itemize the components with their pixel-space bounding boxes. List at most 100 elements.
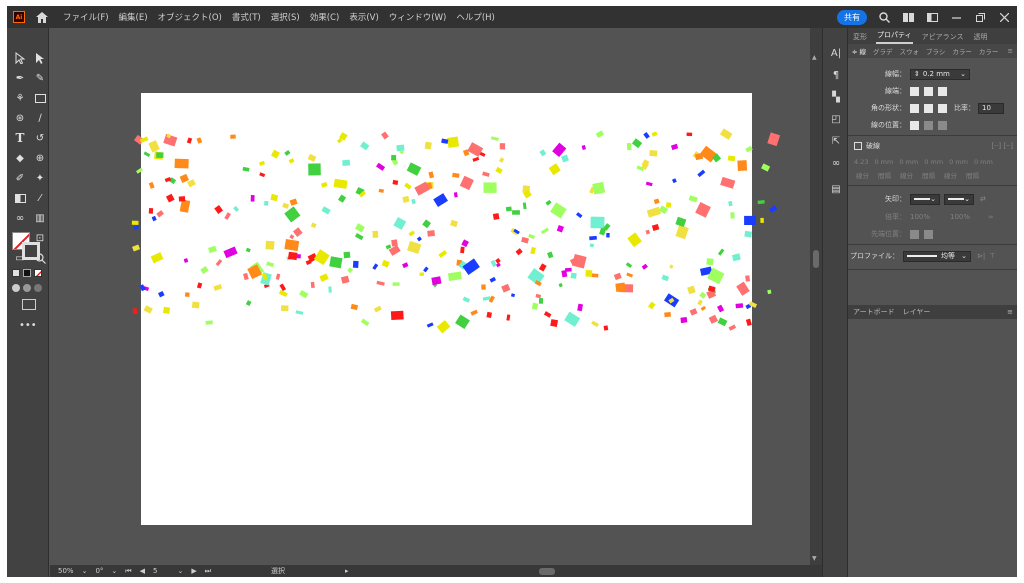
end-scale-value[interactable]: 100% bbox=[950, 213, 986, 221]
scroll-down-icon[interactable]: ▼ bbox=[812, 555, 817, 562]
tab-appearance[interactable]: アピアランス bbox=[921, 30, 965, 44]
start-scale-value[interactable]: 100% bbox=[910, 213, 946, 221]
menu-file[interactable]: ファイル(F) bbox=[63, 11, 109, 23]
blob-brush-tool-icon[interactable]: ⚘ bbox=[12, 90, 28, 106]
miter-join-icon[interactable] bbox=[910, 103, 919, 113]
align-inside-icon[interactable] bbox=[924, 120, 933, 130]
character-panel-icon[interactable]: A| bbox=[823, 42, 849, 64]
zoom-dropdown-icon[interactable]: ⌄ bbox=[82, 567, 88, 575]
close-icon[interactable] bbox=[997, 10, 1011, 24]
tab-layers[interactable]: レイヤー bbox=[903, 307, 931, 317]
flip-across-icon[interactable]: ⊤ bbox=[989, 252, 995, 260]
ratio-field[interactable]: 10 bbox=[978, 102, 1004, 114]
stroke-width-field[interactable]: ⇕ 0.2 mm ⌄ bbox=[910, 68, 970, 80]
artboard-number[interactable]: 5 bbox=[153, 567, 157, 575]
eraser-tool-icon[interactable]: ◆ bbox=[12, 150, 28, 166]
dash-2-value[interactable]: 0 mm bbox=[899, 158, 918, 166]
search-icon[interactable] bbox=[877, 10, 891, 24]
none-button[interactable] bbox=[34, 269, 42, 277]
tip-place-icon[interactable] bbox=[924, 229, 933, 239]
transform-panel-icon[interactable]: ◰ bbox=[823, 108, 849, 130]
horizontal-scrollbar-thumb[interactable] bbox=[538, 567, 555, 575]
shape-builder-tool-icon[interactable]: ⊕ bbox=[32, 150, 48, 166]
rotate-tool-icon[interactable]: ↺ bbox=[32, 130, 48, 146]
gap-3-value[interactable]: 0 mm bbox=[974, 158, 993, 166]
dash-align-icons[interactable]: [┈] [┈] bbox=[991, 142, 1013, 150]
panel-menu-icon[interactable]: ≡ bbox=[1007, 308, 1013, 316]
screen-mode-icon[interactable] bbox=[22, 299, 36, 310]
gap-2-value[interactable]: 0 mm bbox=[924, 158, 943, 166]
dashed-checkbox[interactable] bbox=[854, 142, 862, 150]
profile-select[interactable]: 均等 ⌄ bbox=[903, 250, 971, 262]
menu-view[interactable]: 表示(V) bbox=[349, 11, 378, 23]
maximize-icon[interactable] bbox=[973, 10, 987, 24]
canvas-area[interactable] bbox=[50, 28, 816, 565]
swap-arrows-icon[interactable]: ⇄ bbox=[980, 195, 986, 203]
gradient-tool-icon[interactable] bbox=[12, 190, 28, 206]
panel-menu-icon[interactable]: ≡ bbox=[1008, 47, 1013, 55]
menu-select[interactable]: 選択(S) bbox=[271, 11, 300, 23]
workspace-icon[interactable] bbox=[925, 10, 939, 24]
rotation-dropdown-icon[interactable]: ⌄ bbox=[111, 567, 117, 575]
eyedropper-tool-icon[interactable]: ⁄ bbox=[32, 190, 48, 206]
tip-extend-icon[interactable] bbox=[910, 229, 919, 239]
share-button[interactable]: 共有 bbox=[837, 9, 867, 25]
artboard[interactable] bbox=[141, 93, 752, 525]
subtab-stroke-label[interactable]: ≑ 線 bbox=[852, 46, 866, 56]
dash-3-value[interactable]: 0 mm bbox=[949, 158, 968, 166]
menu-help[interactable]: ヘルプ(H) bbox=[456, 11, 495, 23]
flip-along-icon[interactable]: ⊳| bbox=[977, 252, 985, 260]
pencil-tool-icon[interactable]: ✐ bbox=[12, 170, 28, 186]
scrollbar-thumb[interactable] bbox=[813, 250, 819, 268]
subtab-brushes[interactable]: ブラシ bbox=[926, 46, 945, 56]
draw-behind-icon[interactable] bbox=[23, 284, 31, 292]
pen-tool-icon[interactable]: ✒ bbox=[12, 70, 28, 86]
last-artboard-icon[interactable]: ⏭ bbox=[205, 567, 211, 576]
tab-artboards[interactable]: アートボード bbox=[853, 307, 895, 317]
graph-tool-icon[interactable]: ▥ bbox=[32, 210, 48, 226]
blend-tool-icon[interactable]: ∞ bbox=[12, 210, 28, 226]
menu-type[interactable]: 書式(T) bbox=[232, 11, 261, 23]
align-panel-icon[interactable]: ▚ bbox=[823, 86, 849, 108]
end-arrow-select[interactable]: ⌄ bbox=[944, 193, 974, 205]
gap-1-value[interactable]: 0 mm bbox=[874, 158, 893, 166]
menu-effect[interactable]: 効果(C) bbox=[310, 11, 340, 23]
minimize-icon[interactable] bbox=[949, 10, 963, 24]
subtab-color[interactable]: カラー bbox=[952, 46, 972, 56]
gradient-button[interactable] bbox=[23, 269, 31, 277]
subtab-color-guide[interactable]: カラー bbox=[979, 46, 999, 56]
artboard-dropdown-icon[interactable]: ⌄ bbox=[177, 567, 183, 575]
menu-window[interactable]: ウィンドウ(W) bbox=[389, 11, 447, 23]
subtab-gradient[interactable]: グラデ bbox=[873, 46, 893, 56]
draw-normal-icon[interactable] bbox=[12, 284, 20, 292]
paintbrush-tool-icon[interactable]: ∕ bbox=[32, 110, 48, 126]
align-center-icon[interactable] bbox=[910, 120, 919, 130]
butt-cap-icon[interactable] bbox=[910, 86, 919, 96]
export-panel-icon[interactable]: ⇱ bbox=[823, 130, 849, 152]
type-tool-icon[interactable]: T bbox=[12, 130, 28, 146]
more-tools-icon[interactable]: ••• bbox=[19, 320, 37, 331]
round-join-icon[interactable] bbox=[924, 103, 933, 113]
scroll-up-icon[interactable]: ▲ bbox=[812, 54, 817, 61]
subtab-swatches[interactable]: スウォ bbox=[900, 46, 920, 56]
arrange-documents-icon[interactable] bbox=[901, 10, 915, 24]
curvature-tool-icon[interactable]: ✎ bbox=[32, 70, 48, 86]
tab-transparency[interactable]: 透明 bbox=[972, 30, 988, 44]
prev-artboard-icon[interactable]: ◀ bbox=[140, 567, 145, 575]
bevel-join-icon[interactable] bbox=[938, 103, 947, 113]
home-icon[interactable] bbox=[35, 10, 49, 24]
link-scale-icon[interactable]: ∞ bbox=[988, 213, 994, 221]
draw-inside-icon[interactable] bbox=[34, 284, 42, 292]
rectangle-tool-icon[interactable] bbox=[32, 90, 48, 106]
dash-1-value[interactable]: 4.23 bbox=[854, 158, 868, 166]
align-outside-icon[interactable] bbox=[938, 120, 947, 130]
live-paint-tool-icon[interactable]: ✦ bbox=[32, 170, 48, 186]
paragraph-panel-icon[interactable]: ¶ bbox=[823, 64, 849, 86]
zoom-level[interactable]: 50% bbox=[58, 567, 74, 575]
tab-transform[interactable]: 変形 bbox=[852, 30, 868, 44]
libraries-panel-icon[interactable]: ▤ bbox=[823, 178, 849, 200]
direct-selection-tool-icon[interactable] bbox=[32, 50, 48, 66]
menu-edit[interactable]: 編集(E) bbox=[119, 11, 148, 23]
rotation-value[interactable]: 0° bbox=[95, 567, 103, 575]
status-menu-icon[interactable]: ▸ bbox=[345, 567, 349, 575]
